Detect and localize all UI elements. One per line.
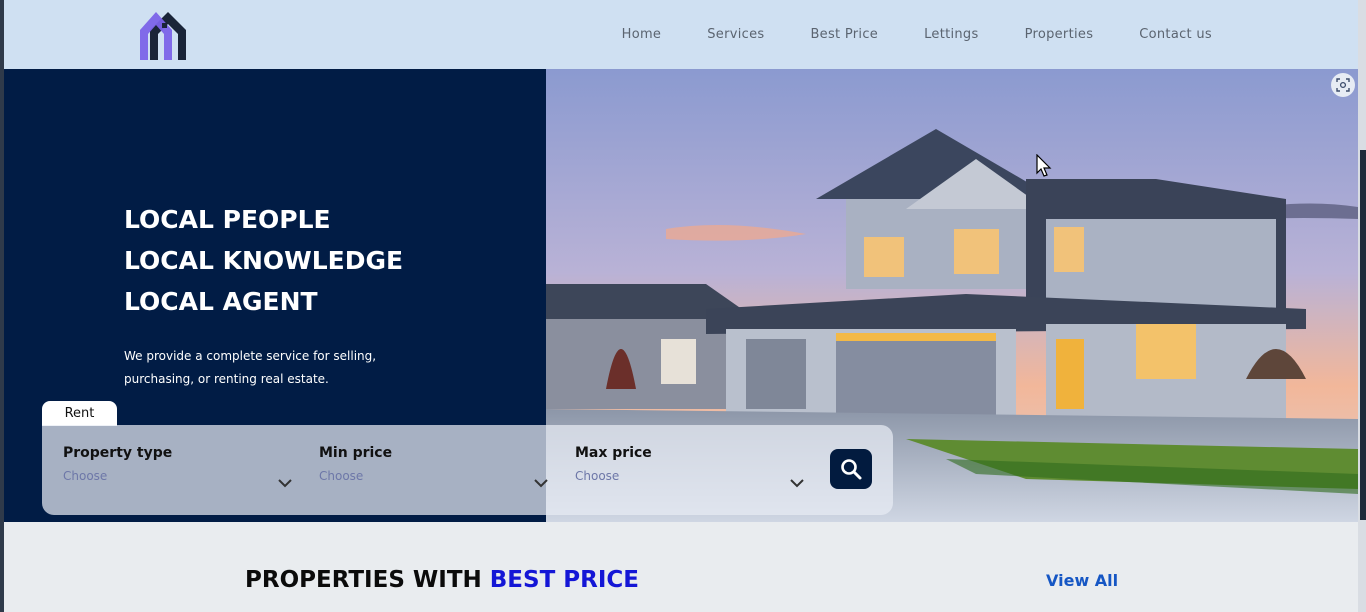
property-search-form: Property type Choose Min price Choose Ma… (42, 425, 893, 515)
headline-line-1: LOCAL PEOPLE (124, 205, 331, 234)
section-title-accent: BEST PRICE (489, 567, 640, 593)
site-header: Home Services Best Price Lettings Proper… (4, 0, 1358, 69)
property-type-select[interactable]: Property type Choose (63, 445, 293, 488)
property-type-label: Property type (63, 445, 173, 461)
tab-rent[interactable]: Rent (42, 401, 117, 426)
chevron-down-icon[interactable] (277, 475, 293, 491)
max-price-select[interactable]: Max price Choose (575, 445, 805, 488)
nav-link-lettings[interactable]: Lettings (924, 27, 978, 42)
hero-headline: LOCAL PEOPLE LOCAL KNOWLEDGE LOCAL AGENT (124, 199, 403, 322)
section-title: PROPERTIES WITH BEST PRICE (245, 567, 639, 593)
headline-line-3: LOCAL AGENT (124, 287, 318, 316)
min-price-label: Min price (319, 445, 393, 461)
max-price-label: Max price (575, 445, 652, 461)
best-price-section: PROPERTIES WITH BEST PRICE View All (4, 522, 1358, 612)
nav-link-contact-us[interactable]: Contact us (1139, 27, 1212, 42)
mouse-cursor-icon (1036, 154, 1052, 177)
search-button[interactable] (830, 449, 872, 489)
nav-link-services[interactable]: Services (707, 27, 764, 42)
search-icon (841, 459, 862, 480)
headline-line-2: LOCAL KNOWLEDGE (124, 246, 404, 275)
house-logo-icon[interactable] (134, 2, 196, 64)
min-price-select[interactable]: Min price Choose (319, 445, 549, 488)
max-price-value[interactable]: Choose (575, 469, 805, 483)
chevron-down-icon[interactable] (533, 475, 549, 491)
property-type-value[interactable]: Choose (63, 469, 293, 483)
scrollbar-thumb[interactable] (1360, 150, 1366, 520)
scrollbar[interactable] (1358, 0, 1366, 612)
view-all-link[interactable]: View All (1046, 571, 1118, 590)
nav-link-best-price[interactable]: Best Price (810, 27, 878, 42)
min-price-value[interactable]: Choose (319, 469, 549, 483)
hero-subtext: We provide a complete service for sellin… (124, 349, 377, 386)
nav-link-home[interactable]: Home (622, 27, 662, 42)
page: Home Services Best Price Lettings Proper… (0, 0, 1366, 612)
main-nav: Home Services Best Price Lettings Proper… (622, 0, 1212, 69)
nav-link-properties[interactable]: Properties (1025, 27, 1094, 42)
scan-icon[interactable] (1331, 73, 1355, 97)
chevron-down-icon[interactable] (789, 475, 805, 491)
section-title-main: PROPERTIES WITH (245, 567, 490, 593)
